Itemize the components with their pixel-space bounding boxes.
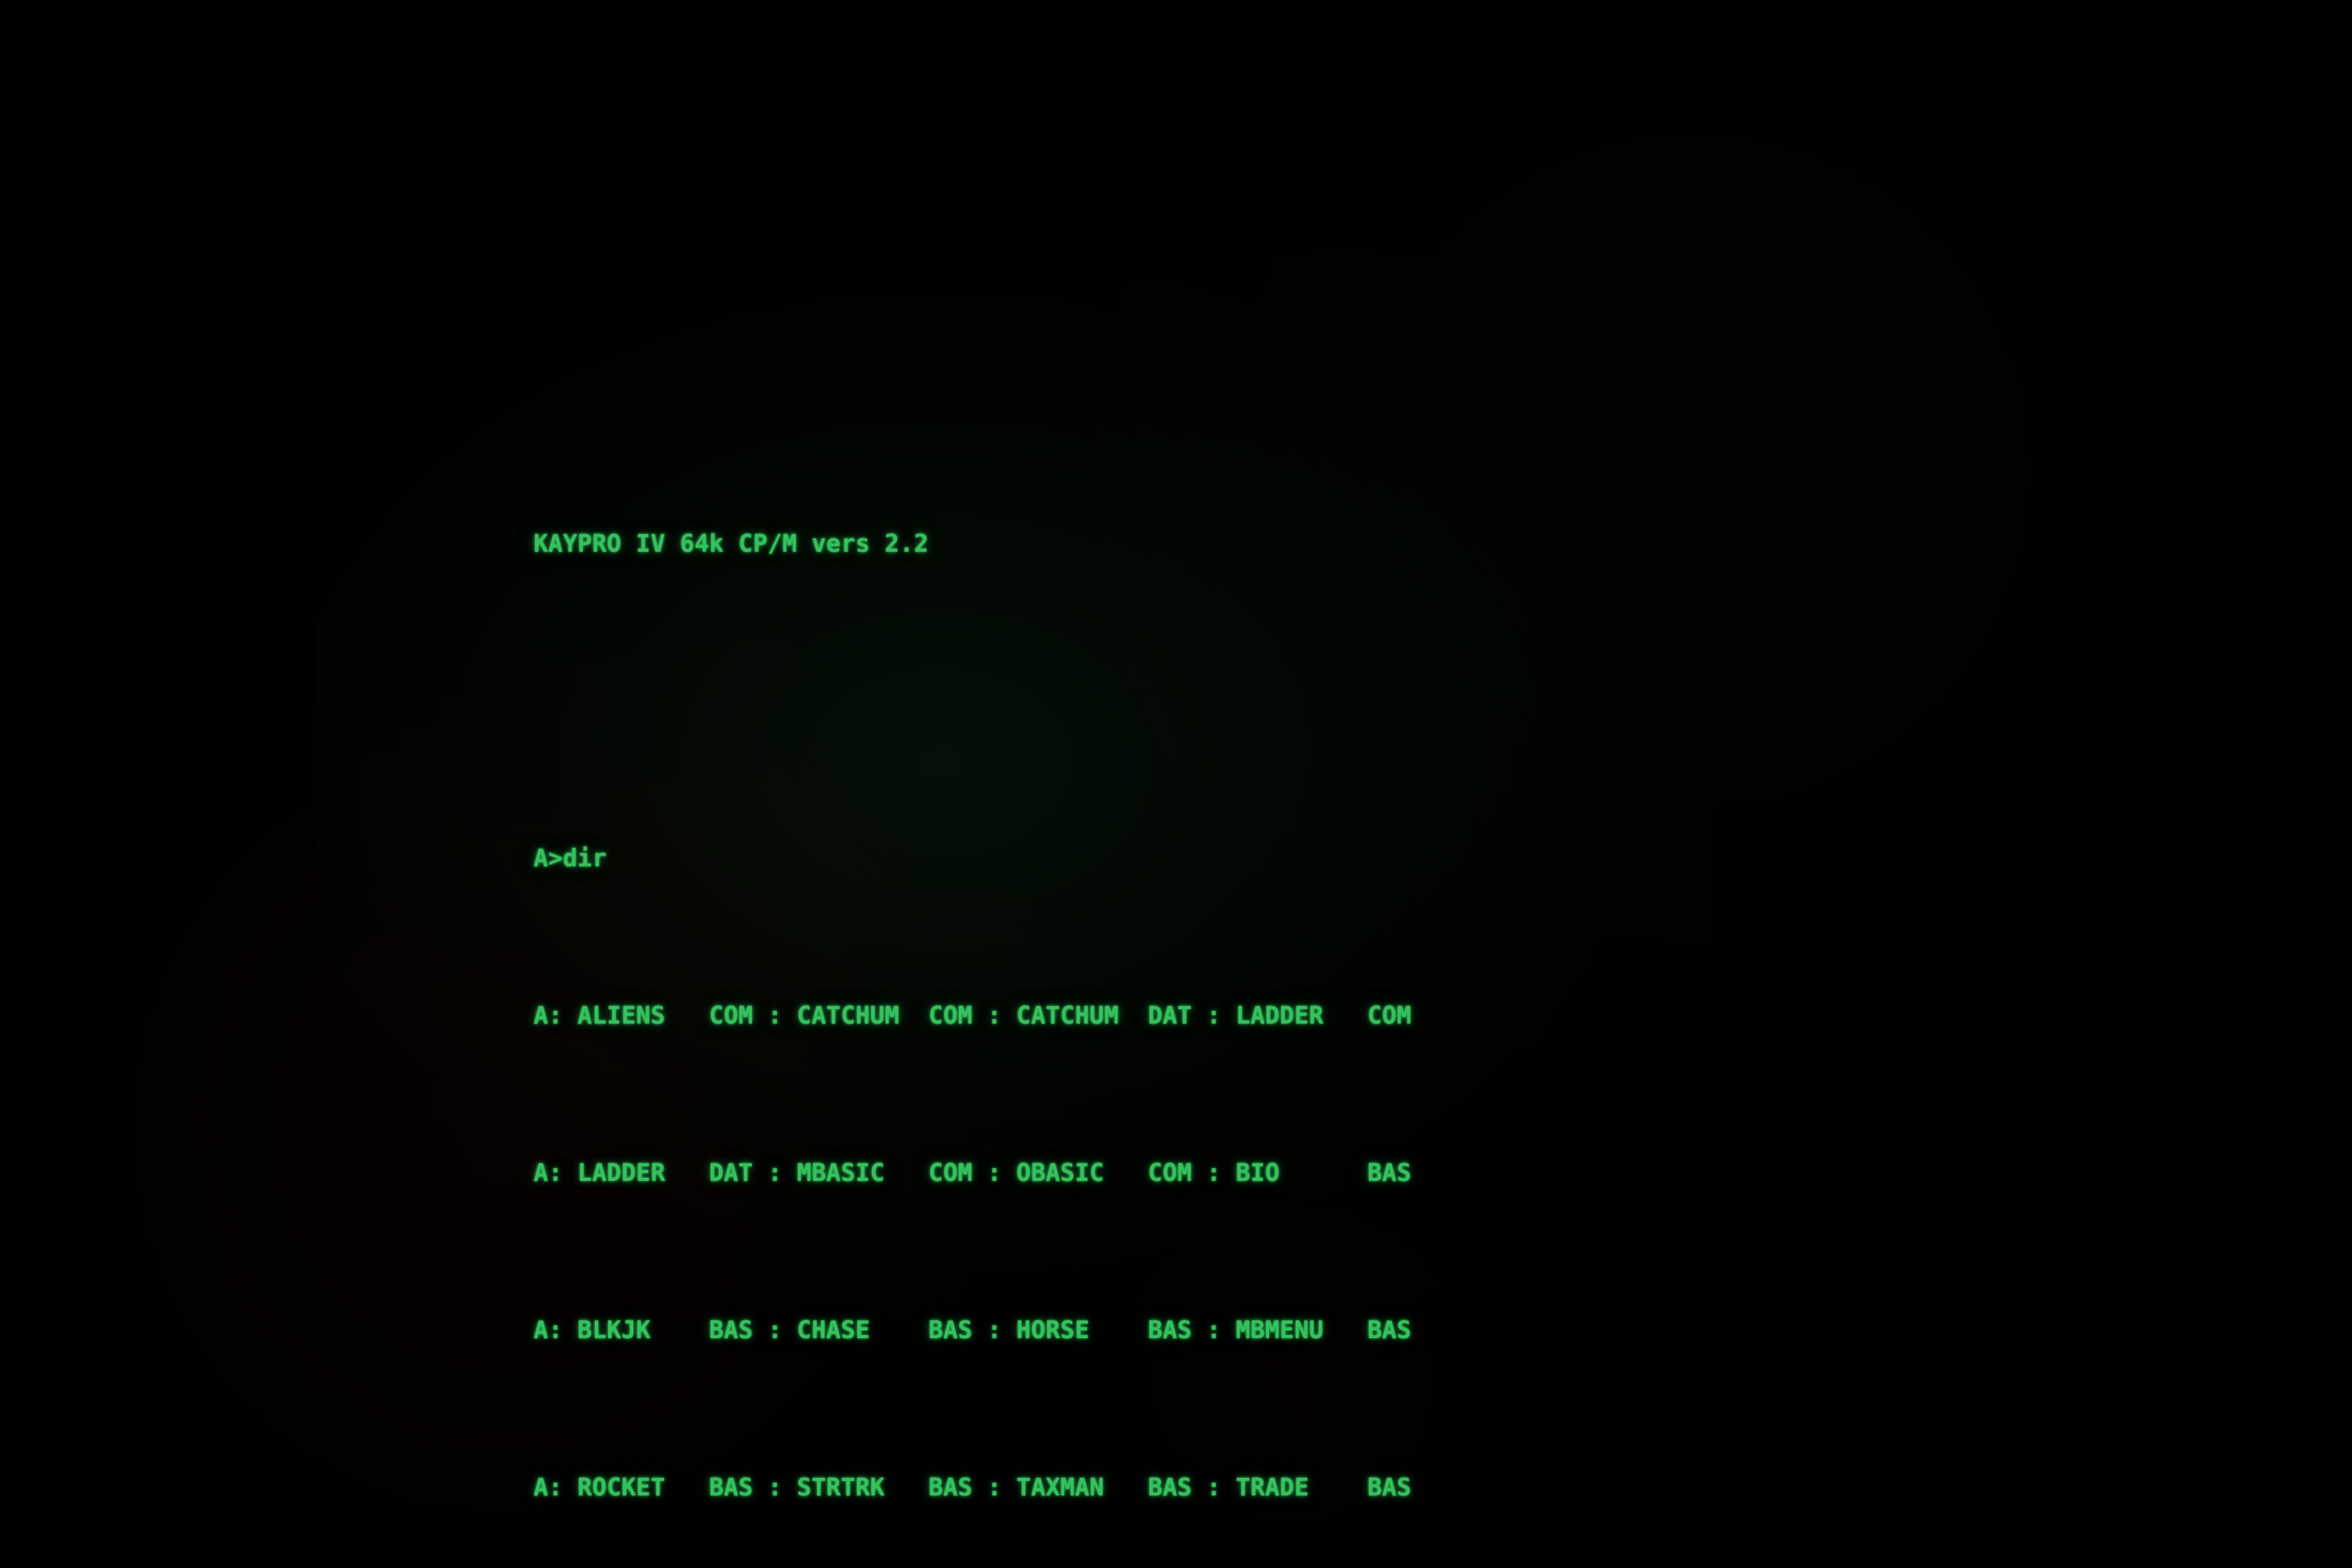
directory-row-1: A: ALIENS COM : CATCHUM COM : CATCHUM DA… bbox=[534, 1002, 1411, 1030]
spacer-line-1 bbox=[534, 682, 1743, 721]
terminal-output[interactable]: KAYPRO IV 64k CP/M vers 2.2 A>dir A: ALI… bbox=[534, 407, 1743, 1568]
directory-row-3: A: BLKJK BAS : CHASE BAS : HORSE BAS : M… bbox=[534, 1316, 1411, 1344]
prompt-line-dir: A>dir bbox=[534, 844, 607, 872]
directory-row-2: A: LADDER DAT : MBASIC COM : OBASIC COM … bbox=[534, 1159, 1411, 1187]
banner-line: KAYPRO IV 64k CP/M vers 2.2 bbox=[534, 530, 929, 558]
directory-row-4: A: ROCKET BAS : STRTRK BAS : TAXMAN BAS … bbox=[534, 1474, 1411, 1501]
crt-screen: KAYPRO IV 64k CP/M vers 2.2 A>dir A: ALI… bbox=[0, 0, 2352, 1568]
